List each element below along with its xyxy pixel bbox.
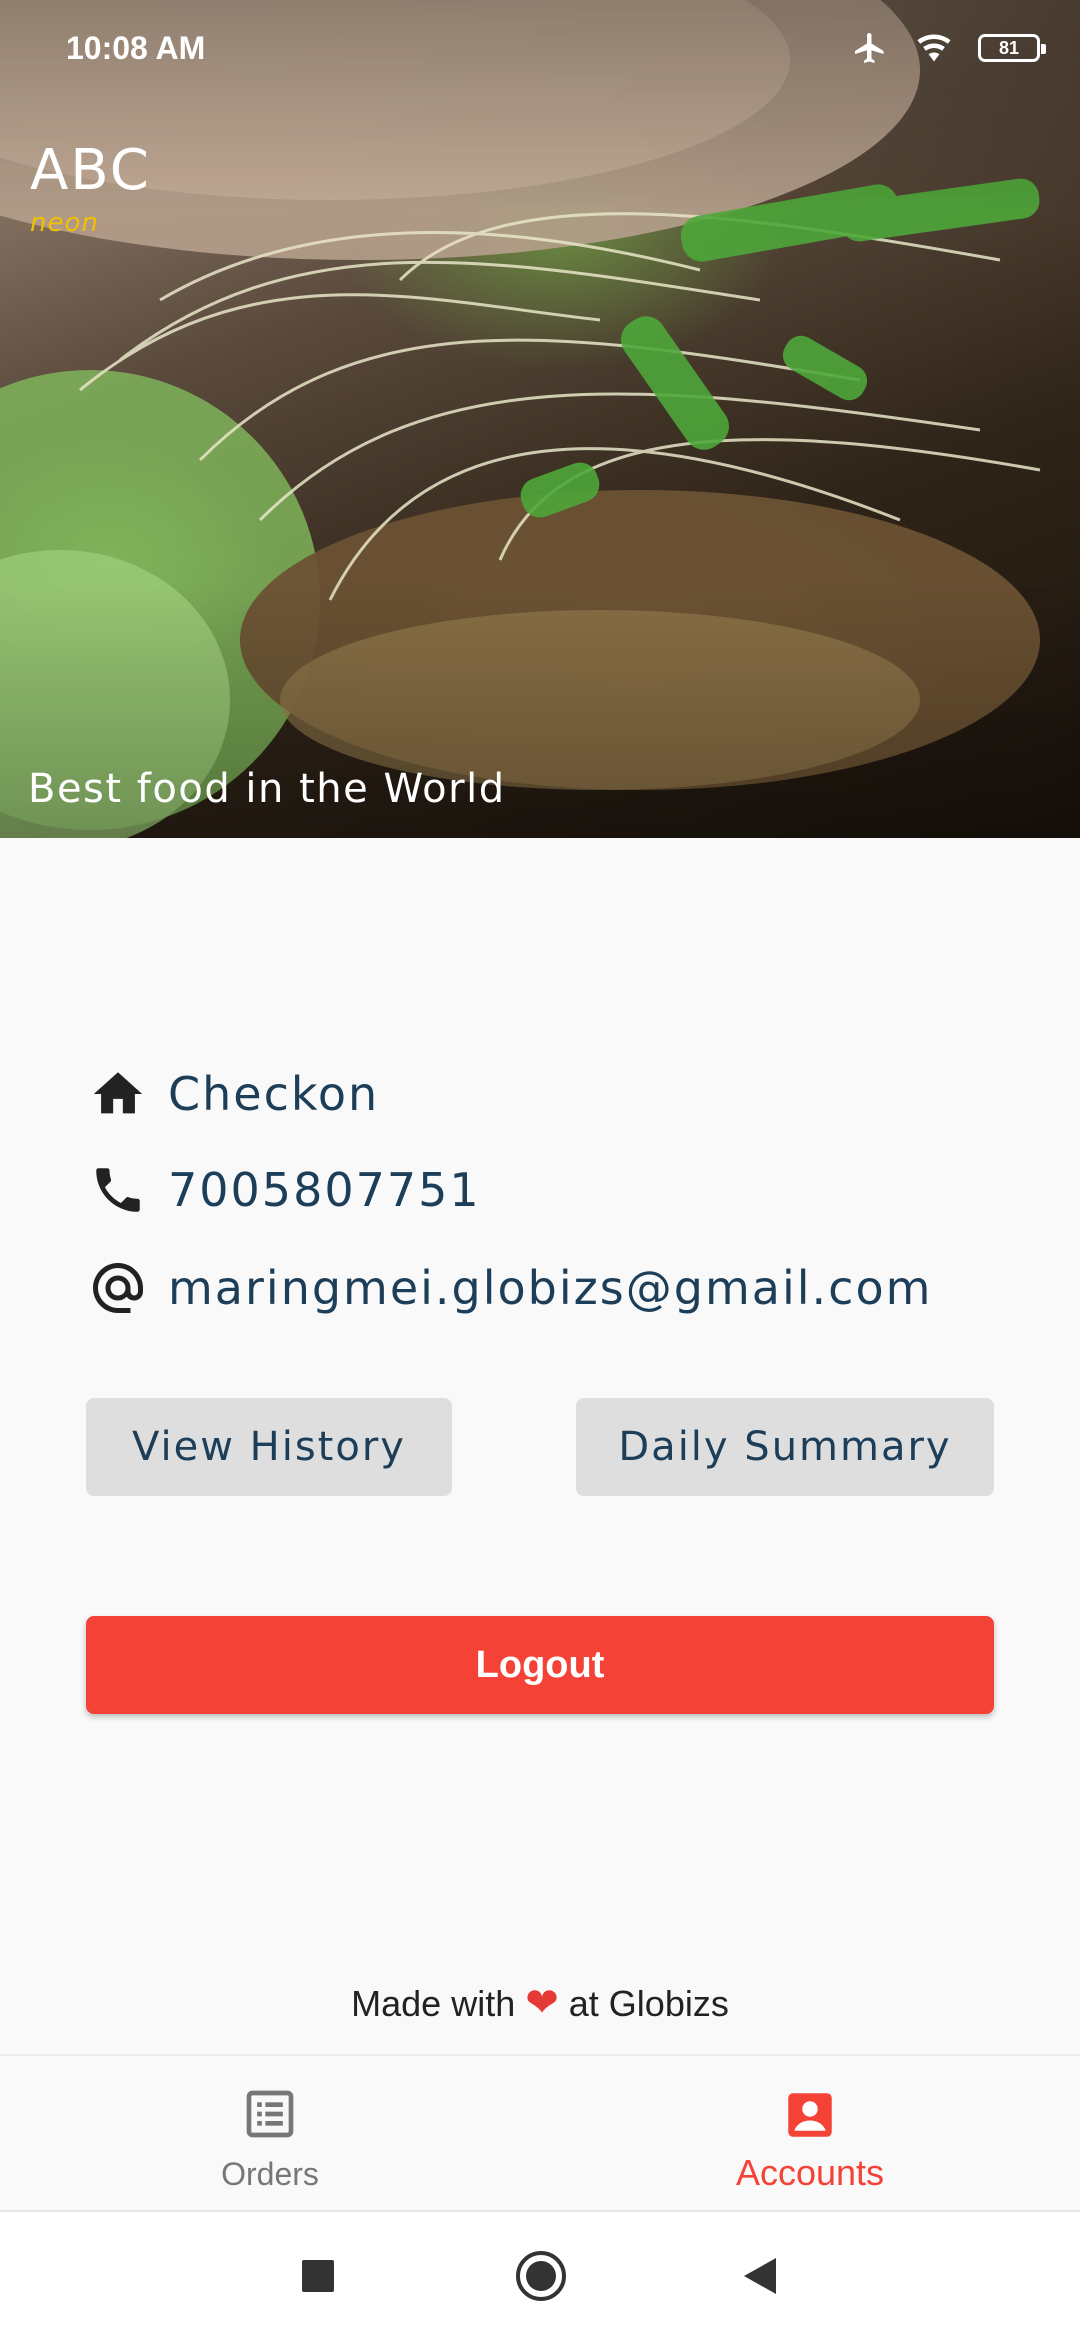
account-phone-row: 7005807751 <box>88 1160 481 1220</box>
account-email: maringmei.globizs@gmail.com <box>168 1261 933 1315</box>
hero-tagline: Best food in the World <box>28 766 506 812</box>
wifi-icon <box>917 34 951 62</box>
brand-logo-neon: neon <box>30 208 99 238</box>
status-time: 10:08 AM <box>66 30 206 66</box>
phone-icon <box>88 1160 148 1220</box>
heart-icon: ❤ <box>525 1981 559 2025</box>
battery-level: 81 <box>998 37 1020 58</box>
battery-icon: 81 <box>978 34 1046 62</box>
nav-tab-orders[interactable]: Orders <box>0 2056 540 2212</box>
status-icons: 81 <box>850 30 1046 66</box>
logout-button[interactable]: Logout <box>86 1616 994 1714</box>
account-phone: 7005807751 <box>168 1163 481 1217</box>
footer-made-with: Made with <box>351 1983 516 2024</box>
list-icon <box>246 2090 294 2138</box>
account-box-icon <box>788 2093 832 2137</box>
account-name-row: Checkon <box>88 1064 379 1124</box>
status-bar: 10:08 AM 81 <box>0 0 1080 100</box>
back-triangle-icon[interactable] <box>740 2248 780 2304</box>
recents-square-icon[interactable] <box>298 2248 338 2304</box>
hero-shade <box>0 0 1080 838</box>
bottom-navigation: Orders Accounts <box>0 2054 1080 2212</box>
airplane-icon <box>855 33 884 63</box>
view-history-button[interactable]: View History <box>86 1398 452 1496</box>
system-navigation-bar <box>0 2210 1080 2342</box>
footer-company: at Globizs <box>568 1983 729 2024</box>
hero-banner: 10:08 AM 81 ABC neon Best food in the Wo… <box>0 0 1080 838</box>
nav-label-accounts: Accounts <box>735 2152 885 2193</box>
account-email-row: maringmei.globizs@gmail.com <box>88 1258 932 1318</box>
nav-tab-accounts[interactable]: Accounts <box>540 2056 1080 2212</box>
account-name: Checkon <box>168 1067 380 1121</box>
at-sign-icon <box>88 1258 148 1318</box>
footer-credit: Made with ❤ at Globizs <box>0 1980 1080 2026</box>
brand-title: ABC <box>30 138 151 203</box>
daily-summary-button[interactable]: Daily Summary <box>576 1398 994 1496</box>
home-icon <box>88 1064 148 1124</box>
nav-label-orders: Orders <box>221 2156 319 2192</box>
home-circle-icon[interactable] <box>514 2248 568 2304</box>
